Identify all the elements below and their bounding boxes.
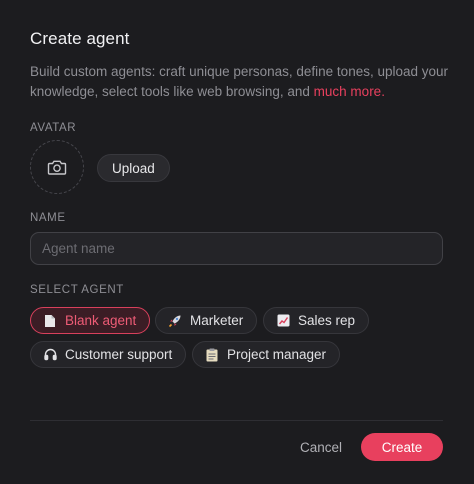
dialog-title: Create agent	[30, 29, 130, 48]
agent-option-label: Customer support	[65, 347, 173, 362]
avatar-placeholder[interactable]	[30, 140, 84, 194]
agent-option-sales-rep[interactable]: Sales rep	[263, 307, 370, 334]
create-button[interactable]: Create	[361, 433, 443, 461]
much-more-link[interactable]: much more.	[314, 84, 385, 99]
agent-option-customer-support[interactable]: Customer support	[30, 341, 187, 368]
agent-name-input[interactable]	[30, 232, 443, 265]
create-agent-dialog: Create agent Build custom agents: craft …	[0, 0, 474, 484]
dialog-description: Build custom agents: craft unique person…	[30, 62, 450, 102]
agent-option-marketer[interactable]: Marketer	[155, 307, 258, 334]
agent-option-project-manager[interactable]: Project manager	[192, 341, 341, 368]
headphones-icon	[43, 348, 57, 362]
name-label: NAME	[30, 212, 66, 224]
agent-option-label: Sales rep	[298, 313, 356, 328]
agent-option-blank[interactable]: Blank agent	[30, 307, 151, 334]
avatar-label: AVATAR	[30, 122, 77, 134]
agent-option-label: Blank agent	[65, 313, 137, 328]
document-icon	[43, 314, 57, 328]
agent-option-label: Marketer	[190, 313, 244, 328]
cancel-button[interactable]: Cancel	[292, 433, 350, 461]
upload-button[interactable]: Upload	[97, 154, 170, 182]
select-agent-label: SELECT AGENT	[30, 284, 124, 296]
camera-icon	[47, 160, 67, 175]
clipboard-icon	[205, 348, 219, 362]
chart-icon	[276, 314, 290, 328]
description-text: Build custom agents: craft unique person…	[30, 64, 449, 99]
rocket-icon	[168, 314, 182, 328]
footer-divider	[30, 420, 443, 421]
agent-option-label: Project manager	[227, 347, 327, 362]
